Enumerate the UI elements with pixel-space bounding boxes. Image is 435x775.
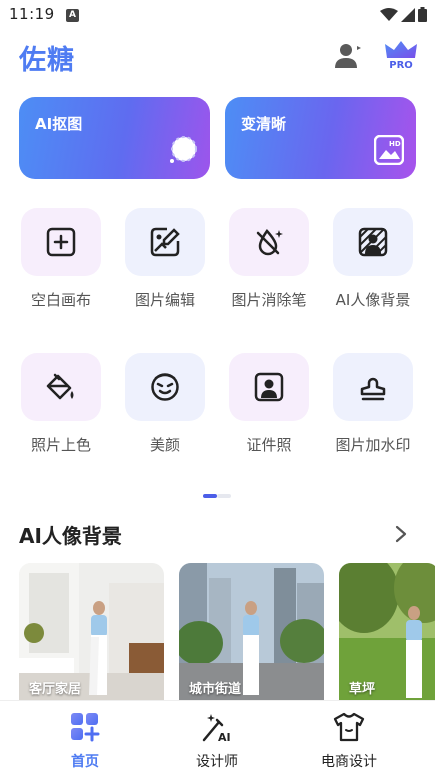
nav-ecommerce[interactable]: 电商设计 (304, 711, 394, 771)
signal-icon (401, 7, 415, 22)
paint-bucket-icon (46, 373, 74, 400)
banner-label: 变清晰 (241, 115, 287, 133)
chevron-right-icon[interactable] (393, 525, 409, 543)
cutout-circle-icon (170, 136, 197, 163)
crown-icon (385, 41, 417, 58)
pro-label: PRO (389, 60, 413, 71)
tool-label: 图片消除笔 (231, 291, 307, 309)
tool-label: 证件照 (246, 436, 292, 454)
tool-icon-box (125, 208, 205, 276)
pager-dot (217, 494, 231, 498)
eraser-pen-icon (256, 228, 283, 256)
tool-icon-box (125, 353, 205, 421)
bottom-nav: 首页 AI 设计师 电商设计 (0, 700, 435, 775)
image-edit-icon (150, 227, 180, 257)
watermark-stamp-icon (360, 377, 386, 401)
banner-enhance[interactable]: 变清晰 HD (225, 97, 416, 179)
tool-colorize[interactable]: 照片上色 (20, 353, 102, 458)
tool-icon-box (333, 353, 413, 421)
tool-icon-box (229, 353, 309, 421)
tool-portrait-background[interactable]: AI人像背景 (332, 208, 414, 313)
tool-label: 照片上色 (30, 436, 91, 454)
thumbnail-city-street[interactable]: 城市街道 (179, 563, 324, 701)
tool-label: 空白画布 (30, 291, 91, 309)
profile-button[interactable] (332, 40, 364, 72)
tool-icon-box (21, 353, 101, 421)
thumbnail-living-room[interactable]: 客厅家居 (19, 563, 164, 701)
hd-image-icon: HD (374, 135, 404, 165)
svg-text:HD: HD (389, 140, 401, 148)
section-title: AI人像背景 (19, 524, 122, 548)
svg-text:AI: AI (218, 731, 231, 743)
ai-wand-icon: AI (202, 714, 231, 744)
tool-label: 图片编辑 (134, 291, 195, 309)
tool-label: 美颜 (149, 436, 180, 454)
portrait-background-icon (358, 227, 388, 257)
tool-beauty[interactable]: 美颜 (124, 353, 206, 458)
banner-ai-cutout[interactable]: AI抠图 (19, 97, 210, 179)
tool-blank-canvas[interactable]: 空白画布 (20, 208, 102, 313)
pager-dots (203, 494, 231, 498)
nav-home[interactable]: 首页 (40, 711, 130, 771)
blank-canvas-icon (46, 227, 76, 257)
tool-image-edit[interactable]: 图片编辑 (124, 208, 206, 313)
status-time: 11:19 (9, 5, 55, 23)
tool-eraser-pen[interactable]: 图片消除笔 (228, 208, 310, 313)
nav-label: 首页 (71, 754, 99, 770)
app-title: 佐糖 (19, 45, 75, 76)
home-grid-icon (71, 713, 100, 742)
nav-designer[interactable]: AI 设计师 (172, 711, 262, 771)
tool-watermark[interactable]: 图片加水印 (332, 353, 414, 458)
tshirt-icon (333, 712, 365, 742)
pager-dot-active (203, 494, 217, 498)
thumbnail-label: 城市街道 (189, 682, 242, 697)
tool-label: 图片加水印 (335, 436, 411, 454)
id-photo-icon (254, 372, 284, 402)
battery-icon (418, 7, 427, 22)
tool-id-photo[interactable]: 证件照 (228, 353, 310, 458)
pro-membership-button[interactable]: PRO (384, 40, 418, 72)
status-icons (380, 7, 427, 22)
nav-label: 电商设计 (321, 754, 377, 770)
thumbnail-label: 草坪 (349, 682, 376, 697)
thumbnail-label: 客厅家居 (29, 682, 82, 697)
tool-icon-box (229, 208, 309, 276)
user-switch-icon (335, 44, 361, 68)
status-bar: 11:19 A (0, 0, 435, 30)
tool-icon-box (21, 208, 101, 276)
beauty-face-icon (151, 373, 179, 401)
banner-label: AI抠图 (35, 115, 83, 133)
thumbnail-lawn[interactable]: 草坪 (339, 563, 435, 701)
notification-icon: A (66, 9, 79, 22)
tool-icon-box (333, 208, 413, 276)
nav-label: 设计师 (196, 754, 238, 770)
tool-label: AI人像背景 (335, 291, 411, 309)
wifi-icon (380, 7, 398, 21)
